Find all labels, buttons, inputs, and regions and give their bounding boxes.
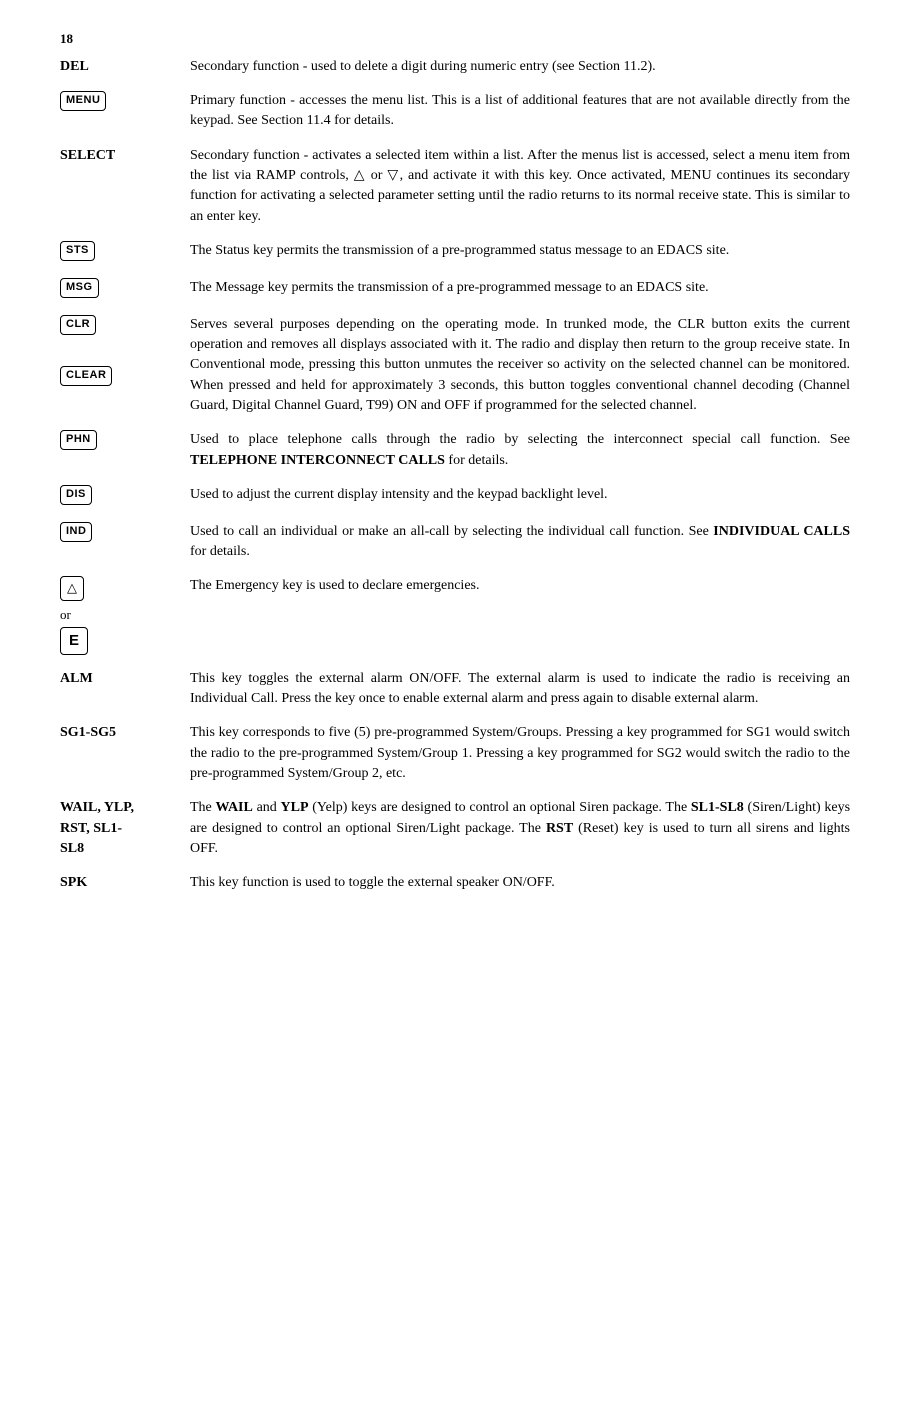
value-menu: Primary function - accesses the menu lis… — [190, 91, 850, 132]
icon-col-dis: DIS — [60, 485, 190, 508]
sl1sl8-bold: SL1-SL8 — [691, 800, 744, 815]
key-wail: WAIL, YLP, RST, SL1- SL8 — [60, 798, 190, 859]
msg-icon: MSG — [60, 278, 99, 298]
phn-bold: TELEPHONE INTERCONNECT CALLS — [190, 453, 445, 468]
value-sts: The Status key permits the transmission … — [190, 241, 850, 261]
entry-ind: IND Used to call an individual or make a… — [60, 522, 850, 563]
icon-col-msg: MSG — [60, 278, 190, 301]
entry-clr: CLR CLEAR Serves several purposes depend… — [60, 315, 850, 416]
value-clr: Serves several purposes depending on the… — [190, 315, 850, 416]
ind-icon: IND — [60, 522, 92, 542]
icon-col-phn: PHN — [60, 430, 190, 453]
entry-emergency: △ or E The Emergency key is used to decl… — [60, 576, 850, 654]
triangle-icon: △ — [60, 576, 84, 601]
clear-icon: CLEAR — [60, 366, 112, 386]
value-msg: The Message key permits the transmission… — [190, 278, 850, 298]
sts-icon: STS — [60, 241, 95, 261]
page-number: 18 — [60, 30, 850, 49]
entry-wail: WAIL, YLP, RST, SL1- SL8 The WAIL and YL… — [60, 798, 850, 859]
entry-del: DEL Secondary function - used to delete … — [60, 57, 850, 77]
menu-icon: MENU — [60, 91, 106, 111]
icon-col-sts: STS — [60, 241, 190, 264]
key-del: DEL — [60, 57, 190, 77]
e-icon: E — [60, 627, 88, 655]
key-alm: ALM — [60, 669, 190, 689]
entry-spk: SPK This key function is used to toggle … — [60, 873, 850, 893]
value-dis: Used to adjust the current display inten… — [190, 485, 850, 505]
key-spk: SPK — [60, 873, 190, 893]
rst-bold: RST — [546, 821, 573, 836]
value-emergency: The Emergency key is used to declare eme… — [190, 576, 850, 596]
entry-phn: PHN Used to place telephone calls throug… — [60, 430, 850, 471]
entry-alm: ALM This key toggles the external alarm … — [60, 669, 850, 710]
key-select: SELECT — [60, 146, 190, 166]
entry-dis: DIS Used to adjust the current display i… — [60, 485, 850, 508]
or-text: or — [60, 606, 71, 625]
value-ind: Used to call an individual or make an al… — [190, 522, 850, 563]
entry-sg: SG1-SG5 This key corresponds to five (5)… — [60, 723, 850, 784]
value-alm: This key toggles the external alarm ON/O… — [190, 669, 850, 710]
value-del: Secondary function - used to delete a di… — [190, 57, 850, 77]
icon-col-menu: MENU — [60, 91, 190, 114]
wail-bold: WAIL — [216, 800, 253, 815]
key-sg: SG1-SG5 — [60, 723, 190, 743]
value-spk: This key function is used to toggle the … — [190, 873, 850, 893]
value-wail: The WAIL and YLP (Yelp) keys are designe… — [190, 798, 850, 859]
value-phn: Used to place telephone calls through th… — [190, 430, 850, 471]
icon-col-emergency: △ or E — [60, 576, 190, 654]
ylp-bold: YLP — [281, 800, 309, 815]
entry-msg: MSG The Message key permits the transmis… — [60, 278, 850, 301]
value-sg: This key corresponds to five (5) pre-pro… — [190, 723, 850, 784]
entry-menu: MENU Primary function - accesses the men… — [60, 91, 850, 132]
icon-col-ind: IND — [60, 522, 190, 545]
value-select: Secondary function - activates a selecte… — [190, 146, 850, 227]
entries-container: DEL Secondary function - used to delete … — [60, 57, 850, 894]
phn-icon: PHN — [60, 430, 97, 450]
ind-bold: INDIVIDUAL CALLS — [713, 524, 850, 539]
icon-col-clr: CLR CLEAR — [60, 315, 190, 389]
dis-icon: DIS — [60, 485, 92, 505]
entry-sts: STS The Status key permits the transmiss… — [60, 241, 850, 264]
clr-icon: CLR — [60, 315, 96, 335]
entry-select: SELECT Secondary function - activates a … — [60, 146, 850, 227]
